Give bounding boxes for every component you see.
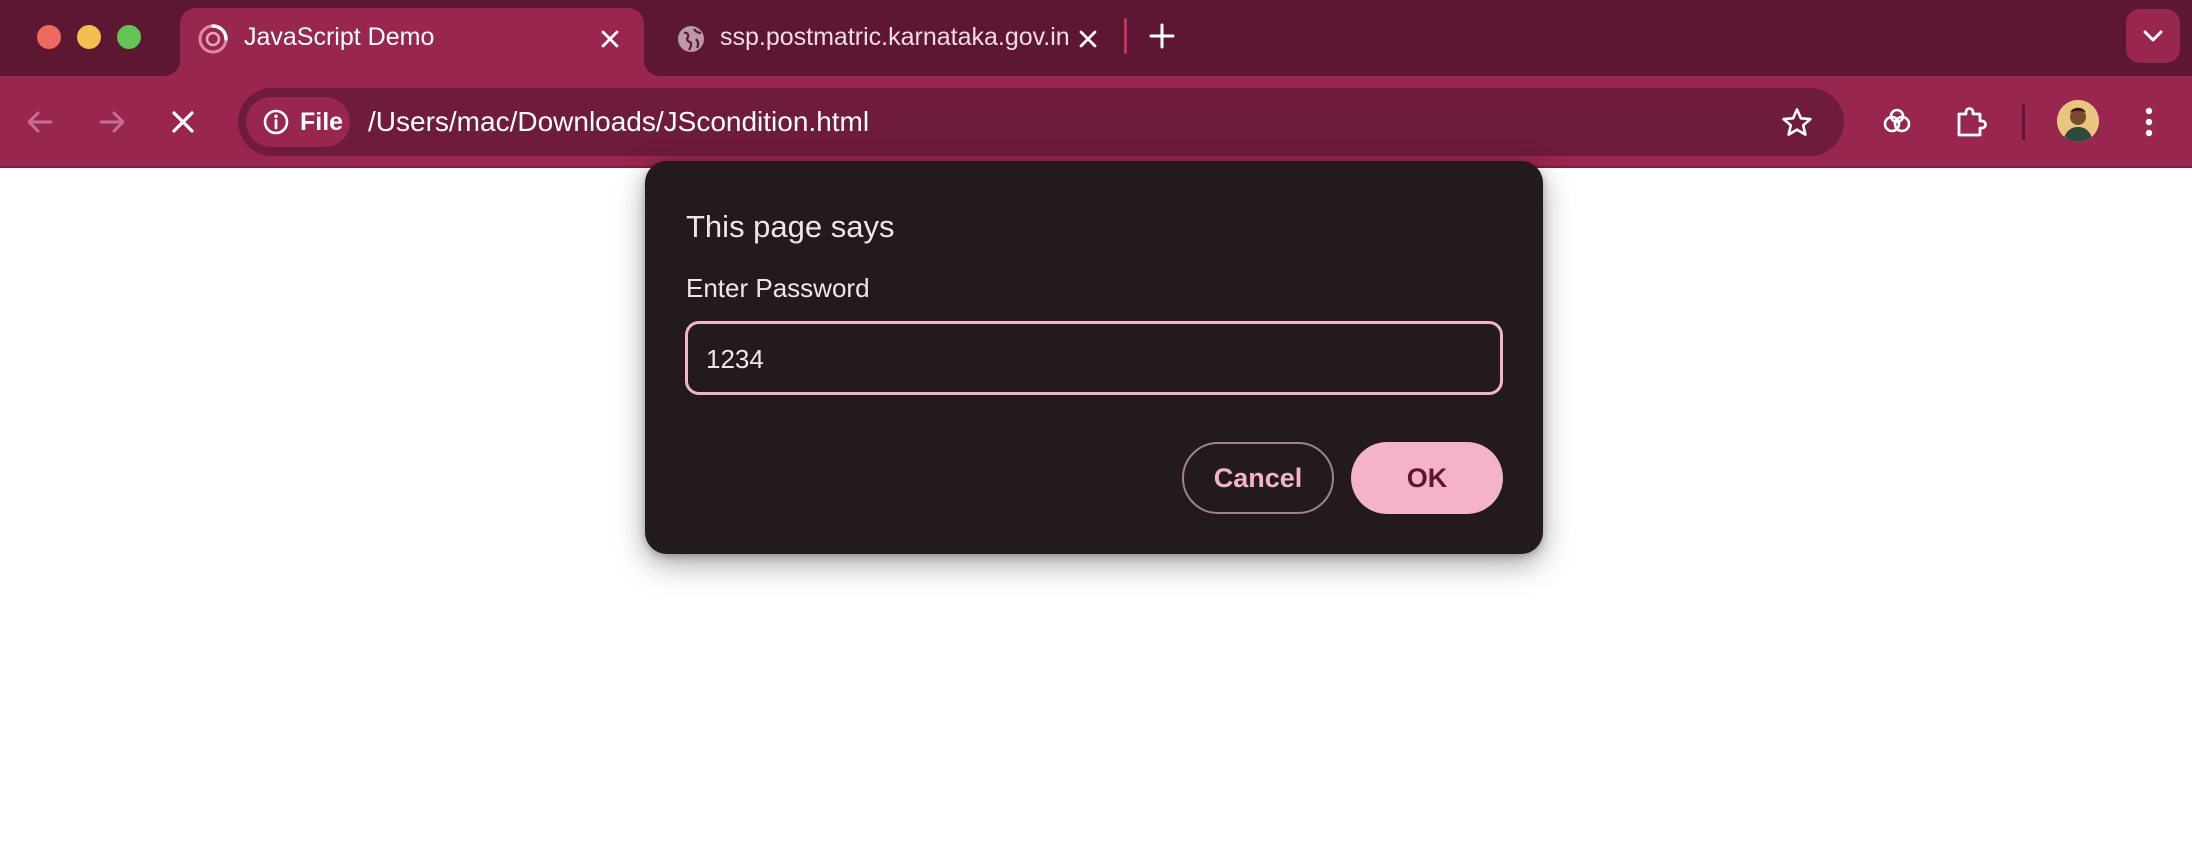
dialog-title: This page says xyxy=(686,209,895,244)
google-lens-button[interactable] xyxy=(1873,98,1921,146)
bookmark-star-icon[interactable] xyxy=(1778,104,1816,142)
browser-toolbar: File /Users/mac/Downloads/JScondition.ht… xyxy=(0,76,2192,168)
more-vertical-icon xyxy=(2145,107,2153,137)
cancel-button[interactable]: Cancel xyxy=(1182,442,1334,514)
ok-button[interactable]: OK xyxy=(1351,442,1503,514)
tab-title: JavaScript Demo xyxy=(244,23,435,51)
site-info-chip[interactable]: File xyxy=(246,97,350,147)
tab-divider xyxy=(1124,18,1127,54)
chevron-down-icon xyxy=(2143,30,2163,42)
link-cloud-icon xyxy=(1883,108,1911,133)
dialog-message: Enter Password xyxy=(686,273,870,303)
window-close-button[interactable] xyxy=(37,25,61,49)
stop-loading-button[interactable] xyxy=(159,98,207,146)
globe-icon xyxy=(674,22,708,56)
tab-ssp-postmatric[interactable]: ssp.postmatric.karnataka.gov.in xyxy=(660,8,1100,76)
site-info-label: File xyxy=(300,107,344,136)
tab-javascript-demo[interactable]: JavaScript Demo xyxy=(180,8,644,76)
plus-icon xyxy=(1149,23,1175,49)
arrow-right-icon xyxy=(99,111,125,133)
profile-avatar[interactable] xyxy=(2057,100,2099,142)
arrow-left-icon xyxy=(27,111,53,133)
address-bar[interactable]: File /Users/mac/Downloads/JScondition.ht… xyxy=(238,88,1844,156)
tab-search-button[interactable] xyxy=(2126,9,2180,63)
window-minimize-button[interactable] xyxy=(77,25,101,49)
forward-button[interactable] xyxy=(88,98,136,146)
tab-close-icon[interactable] xyxy=(1074,25,1102,53)
loading-spinner-icon xyxy=(196,22,230,56)
new-tab-button[interactable] xyxy=(1144,18,1180,54)
window-zoom-button[interactable] xyxy=(117,25,141,49)
tab-title: ssp.postmatric.karnataka.gov.in xyxy=(720,23,1070,51)
toolbar-separator xyxy=(2022,104,2025,140)
tab-curve-left xyxy=(164,60,180,76)
back-button[interactable] xyxy=(16,98,64,146)
extensions-button[interactable] xyxy=(1946,98,1994,146)
puzzle-piece-icon xyxy=(1957,107,1987,137)
tab-strip: JavaScript Demo ssp.postmatric.karnataka… xyxy=(0,0,2192,76)
tab-close-icon[interactable] xyxy=(596,25,624,53)
password-input[interactable]: 1234 xyxy=(685,321,1503,395)
password-input-value: 1234 xyxy=(706,344,764,374)
info-icon xyxy=(263,109,289,135)
close-icon xyxy=(172,111,194,133)
chrome-menu-button[interactable] xyxy=(2125,98,2173,146)
url-text[interactable]: /Users/mac/Downloads/JScondition.html xyxy=(368,106,869,138)
tab-curve-right xyxy=(644,60,660,76)
prompt-dialog: This page says Enter Password 1234 Cance… xyxy=(645,161,1543,554)
